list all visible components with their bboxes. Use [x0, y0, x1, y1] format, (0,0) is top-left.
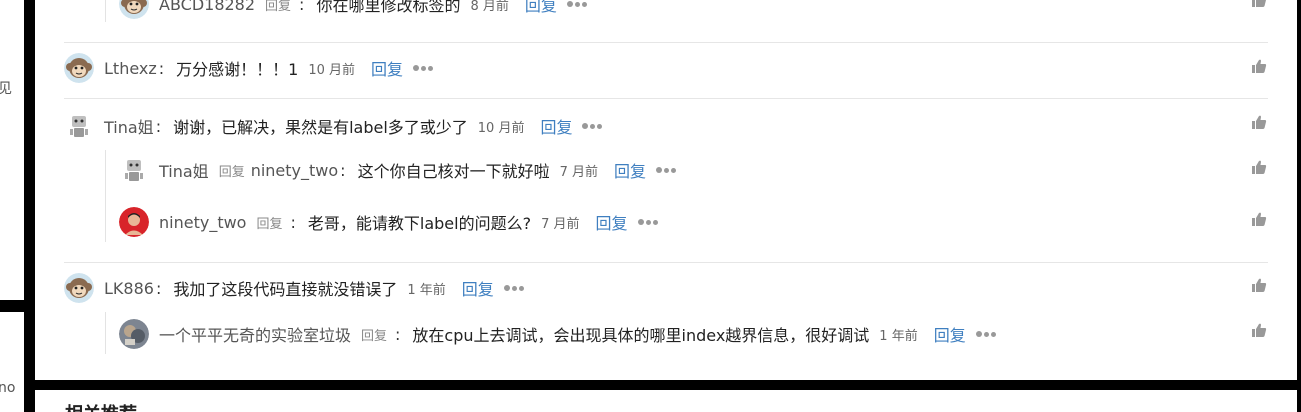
- colon-separator: :: [290, 212, 296, 232]
- more-options-icon[interactable]: [582, 123, 604, 129]
- comment-time: 7 月前: [559, 164, 598, 180]
- more-options-icon[interactable]: [637, 219, 660, 225]
- reply-button[interactable]: 回复: [540, 114, 572, 138]
- comment-text: 老哥，能请教下label的问题么?: [307, 214, 532, 233]
- colon-separator: :: [155, 116, 162, 136]
- reply-thread-line: [105, 150, 106, 242]
- comment-time: 1 年前: [879, 328, 918, 344]
- reply-label: 回复: [361, 328, 388, 344]
- colon-separator: :: [299, 0, 305, 14]
- reply-button[interactable]: 回复: [371, 56, 403, 80]
- colon-separator: :: [340, 160, 346, 180]
- more-options-icon[interactable]: [975, 331, 998, 337]
- comment-author[interactable]: LK886: [104, 279, 154, 298]
- monkey-avatar[interactable]: [119, 0, 149, 19]
- thumbs-up-icon[interactable]: [1251, 58, 1267, 74]
- reply-comment: ABCD18282 回复 : 你在哪里修改标签的 8 月前 回复: [119, 0, 589, 22]
- monkey-avatar[interactable]: [64, 53, 94, 83]
- comment-time: 10 月前: [308, 62, 356, 78]
- reply-thread-line: [105, 0, 106, 22]
- comment-author[interactable]: 一个平平无奇的实验室垃圾: [159, 322, 351, 346]
- reply-button[interactable]: 回复: [525, 0, 557, 16]
- background-page-strip: 见 no: [0, 0, 24, 412]
- more-options-icon[interactable]: [566, 1, 589, 7]
- reply-label: 回复: [265, 0, 292, 14]
- thumbs-up-icon[interactable]: [1251, 277, 1267, 293]
- top-comment: Tina姐 : 谢谢，已解决，果然是有label多了或少了 10 月前 回复: [64, 108, 604, 144]
- reply-button[interactable]: 回复: [614, 158, 646, 182]
- photo-avatar[interactable]: [119, 319, 149, 349]
- comment-text: 万分感谢！！！1: [176, 60, 299, 79]
- comment-text: 你在哪里修改标签的: [316, 0, 461, 15]
- comment-text: 这个你自己核对一下就好啦: [357, 162, 550, 181]
- comment-time: 10 月前: [477, 120, 525, 136]
- comment-text: 谢谢，已解决，果然是有label多了或少了: [173, 118, 468, 137]
- thumbs-up-icon[interactable]: [1251, 322, 1267, 338]
- colon-separator: :: [155, 278, 162, 298]
- comment-text: 我加了这段代码直接就没错误了: [173, 280, 398, 299]
- comment-author[interactable]: Lthexz: [104, 59, 157, 78]
- comment-divider: [64, 42, 1268, 43]
- comment-time: 7 月前: [541, 216, 580, 232]
- top-comment: LK886 : 我加了这段代码直接就没错误了 1 年前 回复: [64, 270, 526, 306]
- reply-label: 回复: [256, 216, 283, 232]
- section-title: 相关推荐: [65, 400, 137, 412]
- comment-author[interactable]: Tina姐: [159, 158, 209, 182]
- more-options-icon[interactable]: [503, 285, 526, 291]
- colon-separator: :: [395, 324, 401, 344]
- reply-comment: Tina姐 回复 ninety_two : 这个你自己核对一下就好啦 7 月前 …: [119, 152, 678, 188]
- comment-author[interactable]: Tina姐: [104, 114, 154, 138]
- comment-divider: [64, 98, 1268, 99]
- comment-author[interactable]: ABCD18282: [159, 0, 255, 14]
- reply-button[interactable]: 回复: [595, 210, 627, 234]
- comment-author[interactable]: ninety_two: [159, 213, 246, 232]
- comment-time: 8 月前: [470, 0, 509, 14]
- top-comment: Lthexz : 万分感谢！！！1 10 月前 回复: [64, 50, 435, 86]
- monkey-avatar[interactable]: [64, 273, 94, 303]
- robot-avatar[interactable]: [119, 155, 149, 185]
- reply-thread-line: [105, 312, 106, 354]
- thumbs-up-icon[interactable]: [1251, 211, 1267, 227]
- recommendation-card: 相关推荐: [35, 390, 1297, 412]
- thumbs-up-icon[interactable]: [1251, 159, 1267, 175]
- background-text-fragment: 见: [0, 81, 12, 97]
- comment-panel: ABCD18282 回复 : 你在哪里修改标签的 8 月前 回复 Lthexz …: [35, 0, 1297, 380]
- reply-target-user[interactable]: ninety_two: [251, 161, 338, 180]
- reply-comment: 一个平平无奇的实验室垃圾 回复 : 放在cpu上去调试，会出现具体的哪里inde…: [119, 316, 998, 352]
- reply-button[interactable]: 回复: [462, 276, 494, 300]
- reply-comment: ninety_two 回复 : 老哥，能请教下label的问题么? 7 月前 回…: [119, 204, 660, 240]
- thumbs-up-icon[interactable]: [1251, 0, 1267, 8]
- background-text-fragment: no: [0, 380, 16, 396]
- more-options-icon[interactable]: [656, 167, 678, 173]
- more-options-icon[interactable]: [413, 65, 435, 71]
- strip-separator: [0, 300, 24, 312]
- reply-label: 回复: [218, 164, 245, 180]
- colon-separator: :: [158, 58, 165, 78]
- robot-avatar[interactable]: [64, 111, 94, 141]
- comment-divider: [64, 262, 1268, 263]
- comment-text: 放在cpu上去调试，会出现具体的哪里index越界信息，很好调试: [412, 326, 870, 345]
- red-person-avatar[interactable]: [119, 207, 149, 237]
- comment-time: 1 年前: [407, 282, 446, 298]
- reply-button[interactable]: 回复: [934, 322, 966, 346]
- thumbs-up-icon[interactable]: [1251, 114, 1267, 130]
